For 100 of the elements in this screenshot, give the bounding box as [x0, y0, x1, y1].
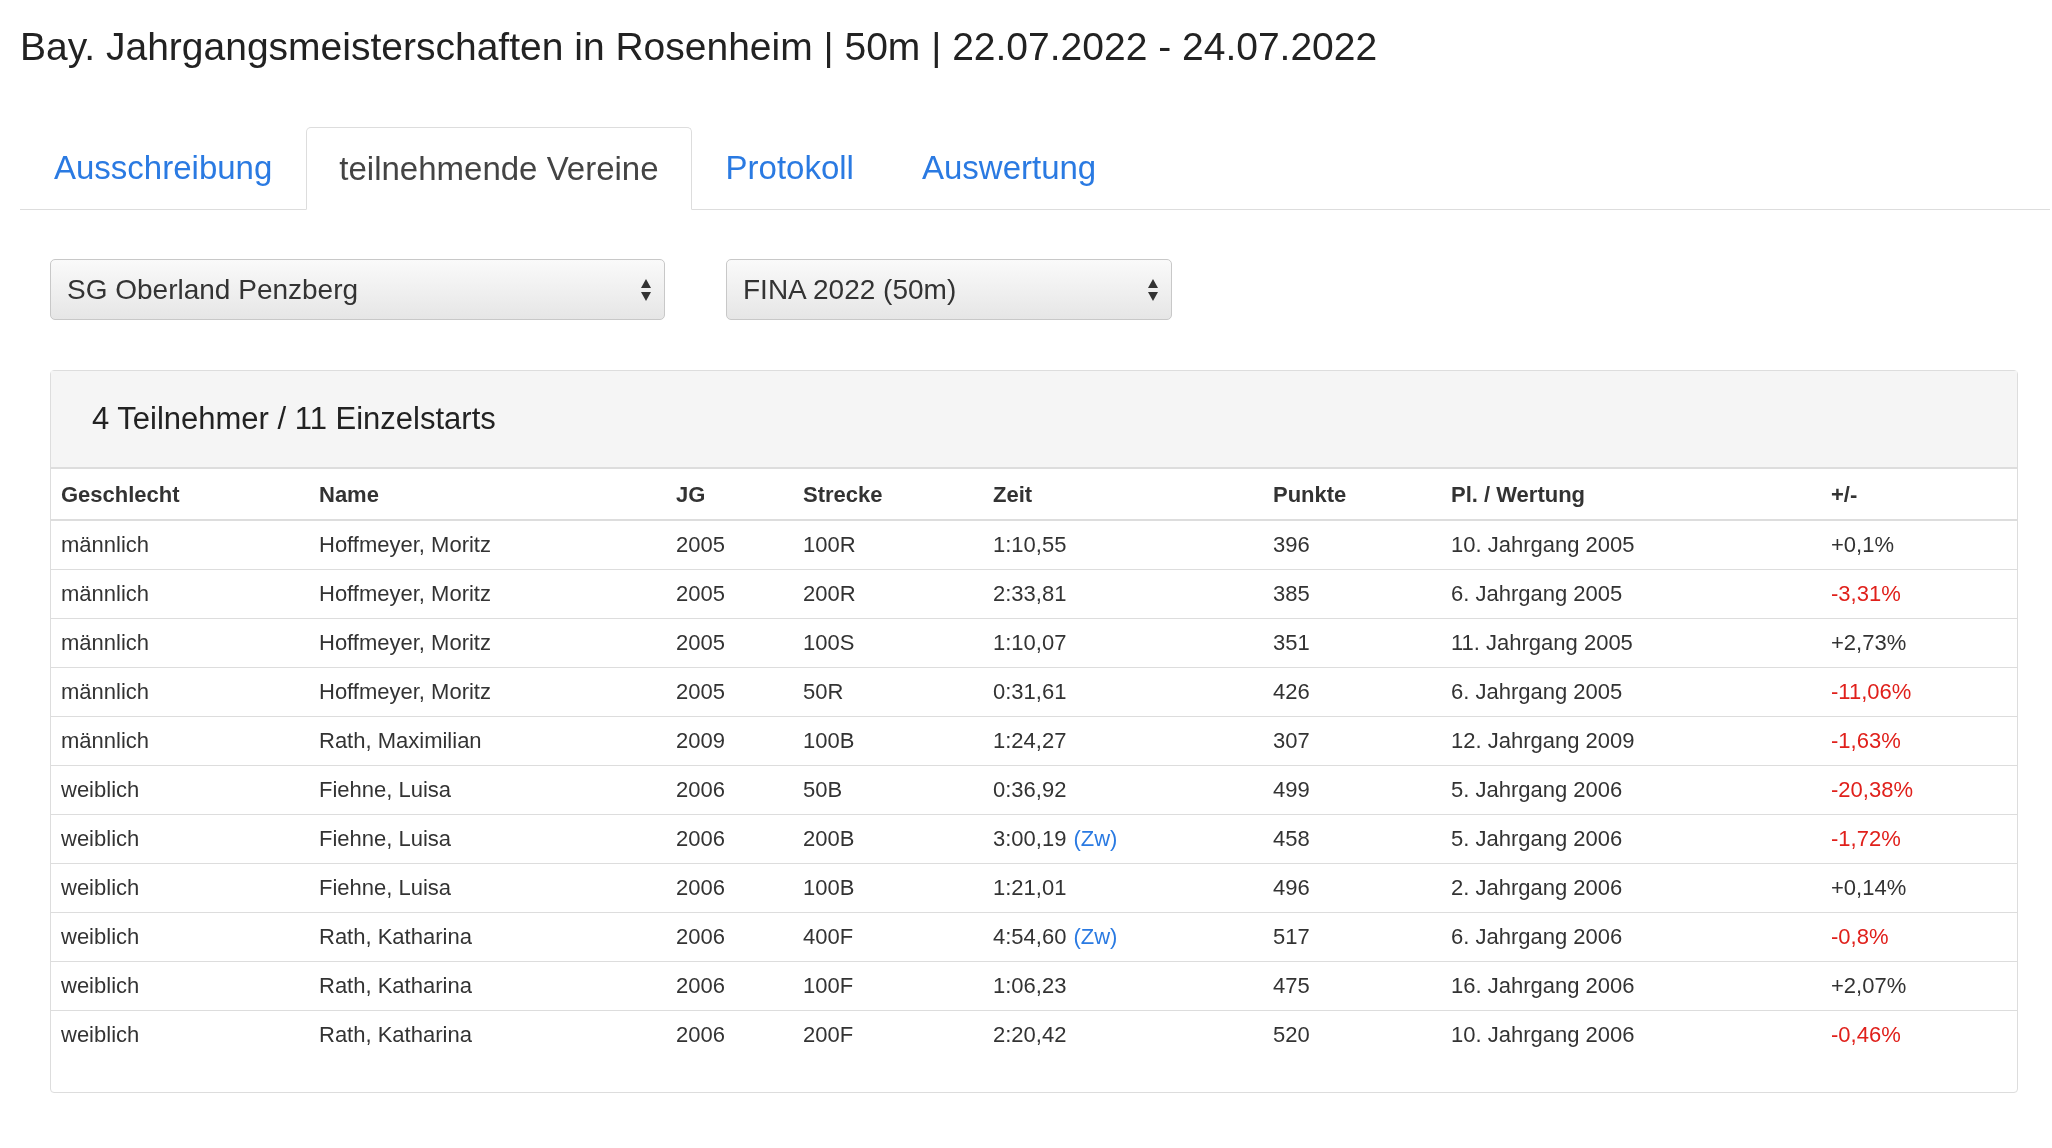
table-cell: 1:24,27 — [993, 728, 1067, 753]
table-cell: 2. Jahrgang 2006 — [1451, 875, 1623, 900]
column-header: +/- — [1831, 481, 1858, 507]
table-cell: 2009 — [676, 728, 725, 753]
table-cell: 2006 — [676, 875, 725, 900]
table-cell: 385 — [1273, 581, 1310, 606]
sort-arrows-icon — [640, 277, 652, 302]
column-header: Zeit — [993, 481, 1033, 507]
page-title: Bay. Jahrgangsmeisterschaften in Rosenheim | 50m | 22.07.2022 - 24.07.2022 — [20, 24, 1378, 70]
table-cell: 2:33,81 — [993, 581, 1067, 606]
table-cell: 2005 — [676, 679, 725, 704]
table-cell: 100R — [803, 532, 856, 558]
table-cell: +0,14% — [1831, 875, 1907, 900]
dropdown[interactable]: FINA 2022 (50m) — [726, 259, 1172, 320]
table-cell: Fiehne, Luisa — [319, 875, 452, 900]
table-cell: -3,31% — [1831, 581, 1901, 606]
table-cell: 517 — [1273, 924, 1310, 949]
sort-arrows-icon — [1147, 277, 1159, 302]
split-times-link[interactable]: (Zw) — [1073, 826, 1118, 851]
table-cell: 100F — [803, 973, 854, 998]
table-cell: 5. Jahrgang 2006 — [1451, 777, 1623, 802]
table-cell: 307 — [1273, 728, 1310, 753]
table-cell: +2,07% — [1831, 973, 1907, 998]
column-header: Strecke — [803, 481, 883, 507]
table-cell: männlich — [61, 679, 150, 704]
table-cell: weiblich — [61, 875, 140, 900]
table-cell: 0:36,92 — [993, 777, 1067, 802]
table-cell: 458 — [1273, 826, 1310, 851]
table-cell: weiblich — [61, 777, 140, 802]
table-cell: -1,72% — [1831, 826, 1901, 851]
table-cell: -0,46% — [1831, 1022, 1901, 1048]
table-cell: männlich — [61, 581, 150, 606]
table-cell: 1:10,55 — [993, 532, 1067, 558]
table-cell: 520 — [1273, 1022, 1310, 1048]
table-cell: 5. Jahrgang 2006 — [1451, 826, 1623, 851]
table-cell: 496 — [1273, 875, 1310, 900]
table-cell: 2005 — [676, 581, 725, 606]
table-cell: 10. Jahrgang 2006 — [1451, 1022, 1635, 1048]
table-cell: 100S — [803, 630, 855, 655]
table-cell: 2005 — [676, 532, 725, 558]
column-header: Name — [319, 481, 379, 507]
table-cell: 2006 — [676, 924, 725, 949]
table-cell: 400F — [803, 924, 854, 949]
table-cell: 50R — [803, 679, 844, 704]
table-cell: 351 — [1273, 630, 1310, 655]
table-cell: Hoffmeyer, Moritz — [319, 679, 491, 704]
column-header: JG — [676, 481, 706, 507]
table-cell: 2006 — [676, 826, 725, 851]
table-cell: 3:00,19 — [993, 826, 1067, 851]
table-cell: 499 — [1273, 777, 1310, 802]
table-cell: Hoffmeyer, Moritz — [319, 581, 491, 606]
table-cell: 11. Jahrgang 2005 — [1451, 630, 1633, 655]
table-cell: 200B — [803, 826, 855, 851]
panel-heading: 4 Teilnehmer / 11 Einzelstarts — [92, 399, 496, 438]
table-cell: Hoffmeyer, Moritz — [319, 532, 491, 558]
table-cell: -20,38% — [1831, 777, 1913, 802]
table-cell: 426 — [1273, 679, 1310, 704]
table-cell: männlich — [61, 532, 150, 558]
table-cell: Rath, Maximilian — [319, 728, 482, 753]
table-cell: 2:20,42 — [993, 1022, 1067, 1048]
table-cell: 100B — [803, 728, 855, 753]
table-cell: -1,63% — [1831, 728, 1901, 753]
table-cell: weiblich — [61, 826, 140, 851]
table-cell: 100B — [803, 875, 855, 900]
table-cell: Fiehne, Luisa — [319, 826, 452, 851]
table-cell: 200R — [803, 581, 856, 606]
dropdown[interactable]: SG Oberland Penzberg — [50, 259, 665, 320]
tab[interactable]: teilnehmende Vereine — [306, 127, 692, 210]
table-cell: 12. Jahrgang 2009 — [1451, 728, 1635, 753]
column-header: Punkte — [1273, 481, 1347, 507]
table-cell: 396 — [1273, 532, 1310, 558]
table-cell: männlich — [61, 728, 150, 753]
table-cell: -0,8% — [1831, 924, 1889, 949]
table-cell: Rath, Katharina — [319, 1022, 472, 1048]
table-cell: Hoffmeyer, Moritz — [319, 630, 491, 655]
table-cell: Rath, Katharina — [319, 973, 472, 998]
table-cell: Fiehne, Luisa — [319, 777, 452, 802]
table-cell: 6. Jahrgang 2005 — [1451, 679, 1623, 704]
table-cell: 1:10,07 — [993, 630, 1067, 655]
table-cell: Rath, Katharina — [319, 924, 472, 949]
table-cell: 16. Jahrgang 2006 — [1451, 973, 1635, 998]
table-cell: 2006 — [676, 777, 725, 802]
table-cell: 10. Jahrgang 2005 — [1451, 532, 1635, 558]
table-cell: 2006 — [676, 1022, 725, 1048]
column-header: Pl. / Wertung — [1451, 481, 1586, 507]
table-cell: weiblich — [61, 924, 140, 949]
table-cell: männlich — [61, 630, 150, 655]
tab[interactable]: Auswertung — [887, 127, 1131, 209]
split-times-link[interactable]: (Zw) — [1073, 924, 1118, 949]
table-cell: 2005 — [676, 630, 725, 655]
table-cell: weiblich — [61, 1022, 140, 1048]
table-cell: 1:06,23 — [993, 973, 1067, 998]
tab[interactable]: Ausschreibung — [20, 127, 307, 209]
table-cell: +0,1% — [1831, 532, 1894, 558]
tab[interactable]: Protokoll — [691, 127, 888, 209]
table-cell: 0:31,61 — [993, 679, 1067, 704]
table-cell: -11,06% — [1831, 679, 1912, 704]
table-cell: +2,73% — [1831, 630, 1907, 655]
table-cell: 200F — [803, 1022, 854, 1048]
table-cell: 50B — [803, 777, 843, 802]
